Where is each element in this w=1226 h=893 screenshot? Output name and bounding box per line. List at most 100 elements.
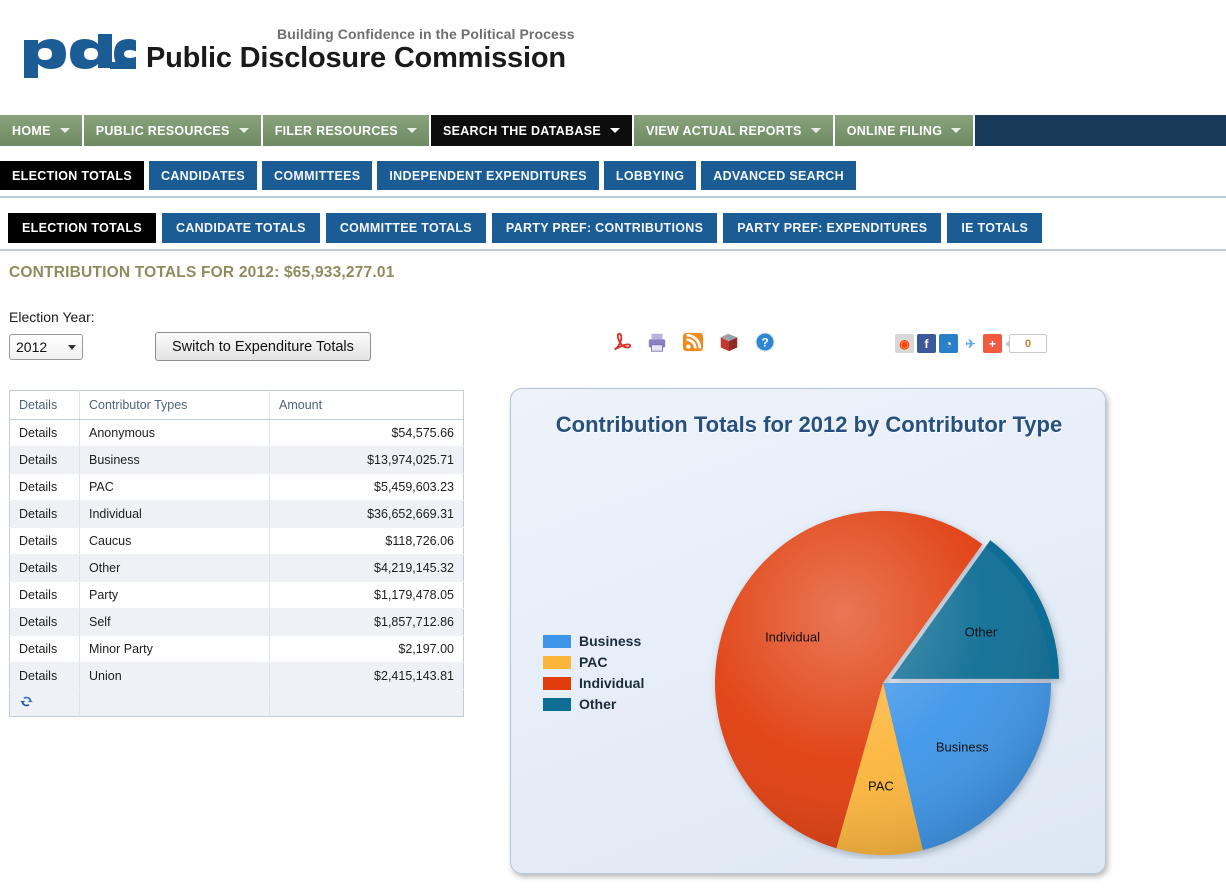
facebook-share-icon[interactable]: f [917, 334, 936, 353]
legend-item: Individual [543, 673, 644, 693]
details-link[interactable]: Details [9, 446, 80, 474]
secondary-nav-item-label: ADVANCED SEARCH [713, 168, 844, 183]
contributor-type-cell: Anonymous [79, 419, 270, 447]
table-row: Details Caucus $118,726.06 [9, 527, 464, 555]
column-header-amount[interactable]: Amount [269, 390, 464, 420]
secondary-nav-item-label: ELECTION TOTALS [12, 168, 133, 183]
amount-cell: $5,459,603.23 [269, 473, 464, 501]
election-year-label: Election Year: [9, 309, 95, 325]
refresh-icon[interactable] [19, 694, 34, 709]
contributor-type-cell: Individual [79, 500, 270, 528]
table-footer-row [9, 689, 464, 717]
table-row: Details Party $1,179,478.05 [9, 581, 464, 609]
tab-election-totals[interactable]: ELECTION TOTALS [8, 213, 157, 243]
column-header-type[interactable]: Contributor Types [79, 390, 270, 420]
amount-cell: $118,726.06 [269, 527, 464, 555]
rss-feed-icon[interactable] [682, 331, 704, 353]
site-tagline: Building Confidence in the Political Pro… [277, 26, 575, 42]
tab-party-pref-expenditures[interactable]: PARTY PREF: EXPENDITURES [723, 213, 942, 243]
legend-label: Individual [579, 675, 645, 691]
primary-nav-item-home[interactable]: HOME [0, 115, 84, 146]
data-export-icon[interactable] [718, 331, 740, 353]
secondary-nav-item-committees[interactable]: COMMITTEES [262, 161, 373, 190]
email-share-icon[interactable]: ◔ [939, 334, 958, 353]
table-body: Details Anonymous $54,575.66 Details Busines… [9, 419, 464, 690]
legend-swatch-icon [543, 655, 571, 669]
secondary-nav-item-label: COMMITTEES [274, 168, 361, 183]
chevron-down-icon [951, 128, 962, 133]
details-link[interactable]: Details [9, 635, 80, 663]
details-link[interactable]: Details [9, 581, 80, 609]
tab-ie-totals[interactable]: IE TOTALS [947, 213, 1043, 243]
addthis-share-icon[interactable]: + [983, 334, 1002, 353]
chevron-down-icon [810, 128, 821, 133]
switch-to-expenditure-totals-button[interactable]: Switch to Expenditure Totals [155, 332, 371, 361]
amount-cell: $36,652,669.31 [269, 500, 464, 528]
details-link[interactable]: Details [9, 473, 80, 501]
details-link[interactable]: Details [9, 554, 80, 582]
table-footer [9, 689, 464, 717]
tab-committee-totals[interactable]: COMMITTEE TOTALS [325, 213, 486, 243]
print-export-icon[interactable] [646, 331, 668, 353]
primary-nav-item-label: FILER RESOURCES [274, 123, 398, 138]
table-row: Details Business $13,974,025.71 [9, 446, 464, 474]
tab-label: CANDIDATE TOTALS [176, 221, 306, 235]
amount-cell: $2,197.00 [269, 635, 464, 663]
table-header: Details Contributor Types Amount [9, 390, 464, 420]
primary-nav-item-view-actual-reports[interactable]: VIEW ACTUAL REPORTS [633, 115, 835, 146]
primary-nav-item-filer-resources[interactable]: FILER RESOURCES [262, 115, 431, 146]
secondary-nav-item-independent-expenditures[interactable]: INDEPENDENT EXPENDITURES [377, 161, 599, 190]
amount-cell: $54,575.66 [269, 419, 464, 447]
refresh-cell[interactable] [9, 689, 80, 717]
table-row: Details Self $1,857,712.86 [9, 608, 464, 636]
chevron-down-icon [68, 344, 76, 350]
primary-nav-item-label: SEARCH THE DATABASE [442, 123, 601, 138]
page-title: CONTRIBUTION TOTALS FOR 2012: $65,933,27… [9, 264, 395, 281]
secondary-navigation: ELECTION TOTALS CANDIDATES COMMITTEES INDEP… [0, 161, 1226, 190]
amount-cell: $4,219,145.32 [269, 554, 464, 582]
details-link[interactable]: Details [9, 527, 80, 555]
help-icon[interactable]: ? [754, 331, 776, 353]
pdf-export-icon[interactable] [610, 331, 632, 353]
contributor-type-cell: Union [79, 662, 270, 690]
pdc-logo[interactable] [18, 32, 136, 78]
contributor-type-cell: Business [79, 446, 270, 474]
secondary-nav-item-candidates[interactable]: CANDIDATES [149, 161, 258, 190]
share-count-badge[interactable]: 0 [1005, 334, 1047, 353]
reddit-share-icon[interactable]: ◉ [895, 334, 914, 353]
svg-text:?: ? [761, 336, 768, 350]
table-row: Details Individual $36,652,669.31 [9, 500, 464, 528]
contributor-type-cell: Other [79, 554, 270, 582]
contribution-pie-chart-panel: Contribution Totals for 2012 by Contribu… [510, 388, 1106, 874]
amount-cell: $1,179,478.05 [269, 581, 464, 609]
legend-item: PAC [543, 652, 644, 672]
contributor-type-cell: Party [79, 581, 270, 609]
legend-swatch-icon [543, 697, 571, 711]
primary-nav-item-public-resources[interactable]: PUBLIC RESOURCES [83, 115, 263, 146]
tab-label: IE TOTALS [961, 221, 1029, 235]
secondary-nav-item-lobbying[interactable]: LOBBYING [603, 161, 697, 190]
details-link[interactable]: Details [9, 662, 80, 690]
tab-party-pref-contributions[interactable]: PARTY PREF: CONTRIBUTIONS [491, 213, 718, 243]
tab-candidate-totals[interactable]: CANDIDATE TOTALS [162, 213, 320, 243]
primary-nav-item-search-the-database[interactable]: SEARCH THE DATABASE [430, 115, 634, 146]
secondary-nav-item-election-totals[interactable]: ELECTION TOTALS [0, 161, 145, 190]
primary-nav-item-online-filing[interactable]: ONLINE FILING [834, 115, 976, 146]
table-row: Details Minor Party $2,197.00 [9, 635, 464, 663]
legend-label: PAC [579, 654, 608, 670]
chart-title: Contribution Totals for 2012 by Contribu… [555, 412, 1063, 437]
legend-swatch-icon [543, 634, 571, 648]
column-header-details[interactable]: Details [9, 390, 80, 420]
primary-nav-item-label: VIEW ACTUAL REPORTS [645, 123, 802, 138]
details-link[interactable]: Details [9, 608, 80, 636]
secondary-nav-item-label: LOBBYING [615, 168, 685, 183]
chevron-down-icon [406, 128, 417, 133]
twitter-share-icon[interactable]: ✈ [961, 334, 980, 353]
amount-cell: $2,415,143.81 [269, 662, 464, 690]
table-row: Details Other $4,219,145.32 [9, 554, 464, 582]
election-year-select[interactable]: 2012 [9, 334, 83, 360]
secondary-nav-item-advanced-search[interactable]: ADVANCED SEARCH [701, 161, 856, 190]
details-link[interactable]: Details [9, 500, 80, 528]
table-row: Details Union $2,415,143.81 [9, 662, 464, 690]
details-link[interactable]: Details [9, 419, 80, 447]
